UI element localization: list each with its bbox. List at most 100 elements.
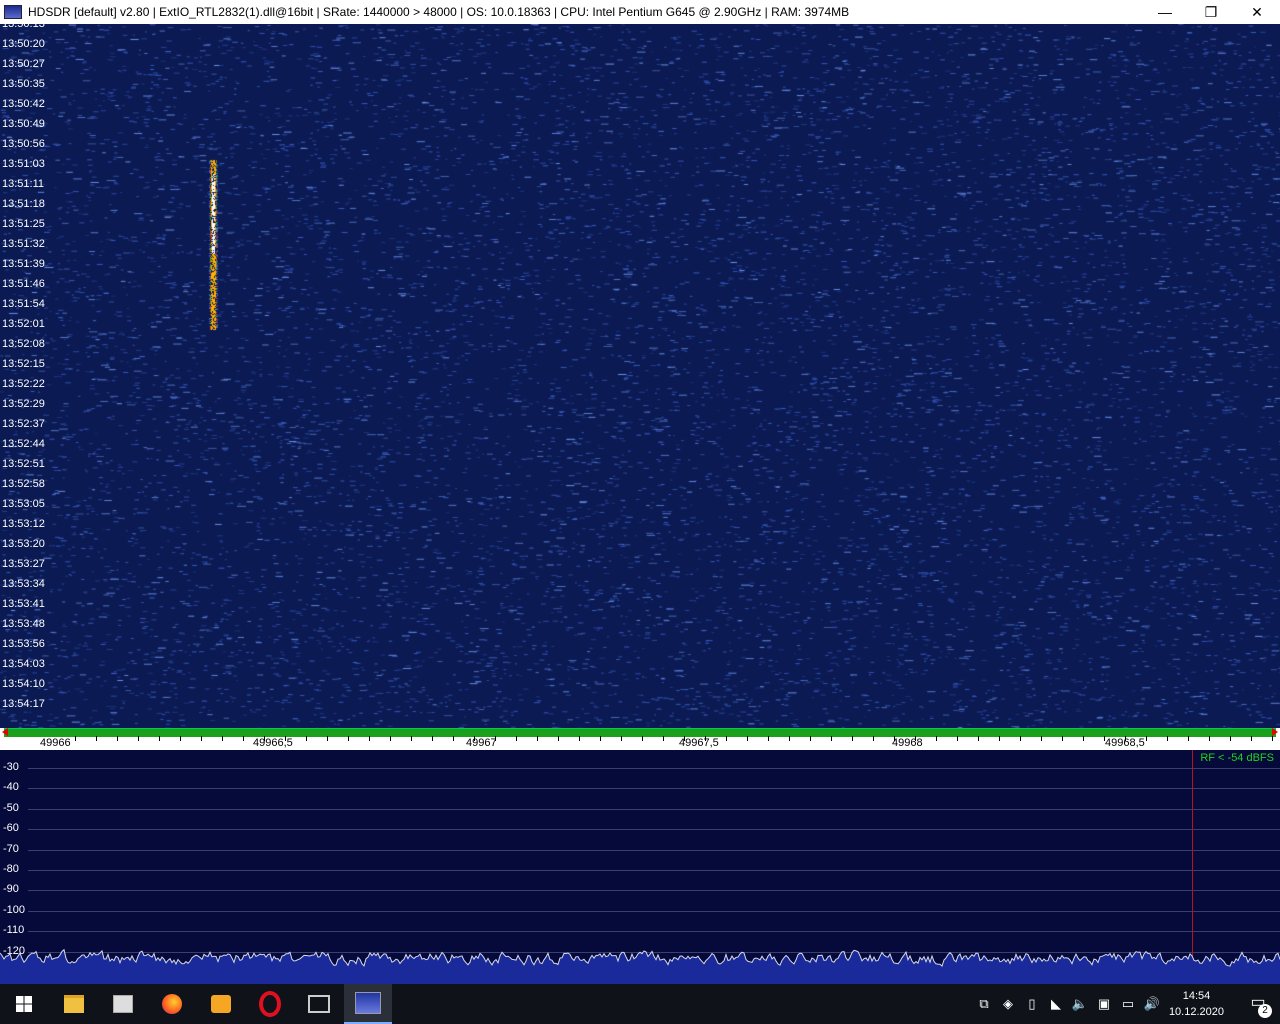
notification-center-button[interactable]: ▭ 2: [1246, 992, 1272, 1018]
notification-count-badge: 2: [1258, 1004, 1272, 1018]
time-label: 13:50:35: [2, 78, 45, 90]
close-button[interactable]: ✕: [1234, 0, 1280, 24]
frequency-minor-tick: [642, 736, 643, 741]
frequency-minor-tick: [264, 736, 265, 741]
scroll-right-arrow-icon[interactable]: [1272, 728, 1278, 736]
frequency-minor-tick: [831, 736, 832, 741]
frequency-minor-tick: [726, 736, 727, 741]
spectrum-fill: [0, 949, 1280, 984]
frequency-minor-tick: [873, 736, 874, 741]
frequency-minor-tick: [1125, 736, 1126, 741]
frequency-minor-tick: [957, 736, 958, 741]
time-label: 13:51:32: [2, 238, 45, 250]
frequency-minor-tick: [894, 736, 895, 741]
minimize-button[interactable]: —: [1142, 0, 1188, 24]
frequency-minor-tick: [579, 736, 580, 741]
time-label: 13:50:56: [2, 138, 45, 150]
speaker-icon[interactable]: 🔊: [1140, 996, 1164, 1012]
frequency-minor-tick: [495, 736, 496, 741]
frequency-tick-label: 49968: [892, 737, 923, 749]
spectrum-display[interactable]: -30-40-50-60-70-80-90-100-110-120-130 RF…: [0, 750, 1280, 984]
waterfall-time-axis: 13:50:13 13:50:20 13:50:27 13:50:35 13:50:42…: [0, 18, 60, 728]
time-label: 13:53:34: [2, 578, 45, 590]
frequency-minor-tick: [285, 736, 286, 741]
frequency-minor-tick: [600, 736, 601, 741]
time-label: 13:51:11: [2, 178, 45, 190]
scroll-left-arrow-icon[interactable]: [2, 728, 8, 736]
frequency-minor-tick: [327, 736, 328, 741]
frequency-minor-tick: [1062, 736, 1063, 741]
title-bar: HDSDR [default] v2.80 | ExtIO_RTL2832(1)…: [0, 0, 1280, 24]
frequency-minor-tick: [558, 736, 559, 741]
time-label: 13:52:01: [2, 318, 45, 330]
usb-icon[interactable]: ▯: [1020, 996, 1044, 1012]
time-label: 13:53:20: [2, 538, 45, 550]
close-icon: ✕: [1251, 3, 1263, 20]
frequency-minor-tick: [1041, 736, 1042, 741]
shield-icon[interactable]: ◈: [996, 996, 1020, 1012]
opera-icon: [259, 991, 281, 1017]
spectrum-trace: [0, 948, 1280, 984]
frequency-tick-label: 49966,5: [253, 737, 293, 749]
time-label: 13:51:25: [2, 218, 45, 230]
frequency-minor-tick: [432, 736, 433, 741]
antivirus-icon[interactable]: ◣: [1044, 996, 1068, 1012]
maximize-button[interactable]: ❐: [1188, 0, 1234, 24]
time-label: 13:53:27: [2, 558, 45, 570]
frequency-minor-tick: [306, 736, 307, 741]
time-label: 13:52:08: [2, 338, 45, 350]
hdsdr-icon: [355, 992, 381, 1014]
frequency-minor-tick: [474, 736, 475, 741]
frequency-tick-label: 49967: [466, 737, 497, 749]
media-player-icon: [211, 995, 231, 1013]
opera-button[interactable]: [246, 984, 294, 1024]
frequency-band-bar[interactable]: [4, 728, 1276, 737]
window-app-button[interactable]: [295, 984, 343, 1024]
frequency-minor-tick: [915, 736, 916, 741]
time-label: 13:51:39: [2, 258, 45, 270]
frequency-minor-tick: [369, 736, 370, 741]
time-label: 13:52:37: [2, 418, 45, 430]
time-label: 13:52:44: [2, 438, 45, 450]
frequency-minor-tick: [1230, 736, 1231, 741]
frequency-minor-tick: [348, 736, 349, 741]
frequency-minor-tick: [201, 736, 202, 741]
time-label: 13:54:03: [2, 658, 45, 670]
firefox-button[interactable]: [148, 984, 196, 1024]
frequency-minor-tick: [663, 736, 664, 741]
hdsdr-taskbar-button[interactable]: [344, 984, 392, 1024]
frequency-minor-tick: [684, 736, 685, 741]
frequency-minor-tick: [789, 736, 790, 741]
network-icon[interactable]: ⧉: [972, 996, 996, 1012]
wifi-icon[interactable]: ▭: [1116, 996, 1140, 1012]
time-label: 13:53:48: [2, 618, 45, 630]
window-app-icon: [308, 995, 330, 1013]
file-explorer-button[interactable]: [50, 984, 98, 1024]
clock[interactable]: 14:54 10.12.2020: [1169, 988, 1224, 1020]
frequency-minor-tick: [390, 736, 391, 741]
volume-alert-icon[interactable]: 🔈: [1068, 996, 1092, 1012]
frequency-minor-tick: [978, 736, 979, 741]
window-title: HDSDR [default] v2.80 | ExtIO_RTL2832(1)…: [28, 5, 850, 19]
frequency-minor-tick: [159, 736, 160, 741]
clock-time: 14:54: [1182, 990, 1211, 1002]
hdsdr-app-icon[interactable]: [4, 5, 22, 19]
time-label: 13:52:51: [2, 458, 45, 470]
frequency-minor-tick: [96, 736, 97, 741]
time-label: 13:53:56: [2, 638, 45, 650]
waterfall-canvas[interactable]: [0, 24, 1280, 728]
windows-start-button[interactable]: [0, 984, 48, 1024]
frequency-minor-tick: [999, 736, 1000, 741]
store-icon: [113, 995, 133, 1013]
frequency-minor-tick: [117, 736, 118, 741]
display-icon[interactable]: ▣: [1092, 996, 1116, 1012]
frequency-minor-tick: [1083, 736, 1084, 741]
frequency-tick-label: 49966: [40, 737, 71, 749]
store-button[interactable]: [99, 984, 147, 1024]
media-player-button[interactable]: [197, 984, 245, 1024]
waterfall-display[interactable]: [0, 24, 1280, 728]
frequency-minor-tick: [852, 736, 853, 741]
time-label: 13:50:49: [2, 118, 45, 130]
frequency-minor-tick: [1272, 736, 1273, 741]
frequency-scale[interactable]: 49966 49966,5 49967 49967,5 49968 49968,5: [0, 728, 1280, 750]
